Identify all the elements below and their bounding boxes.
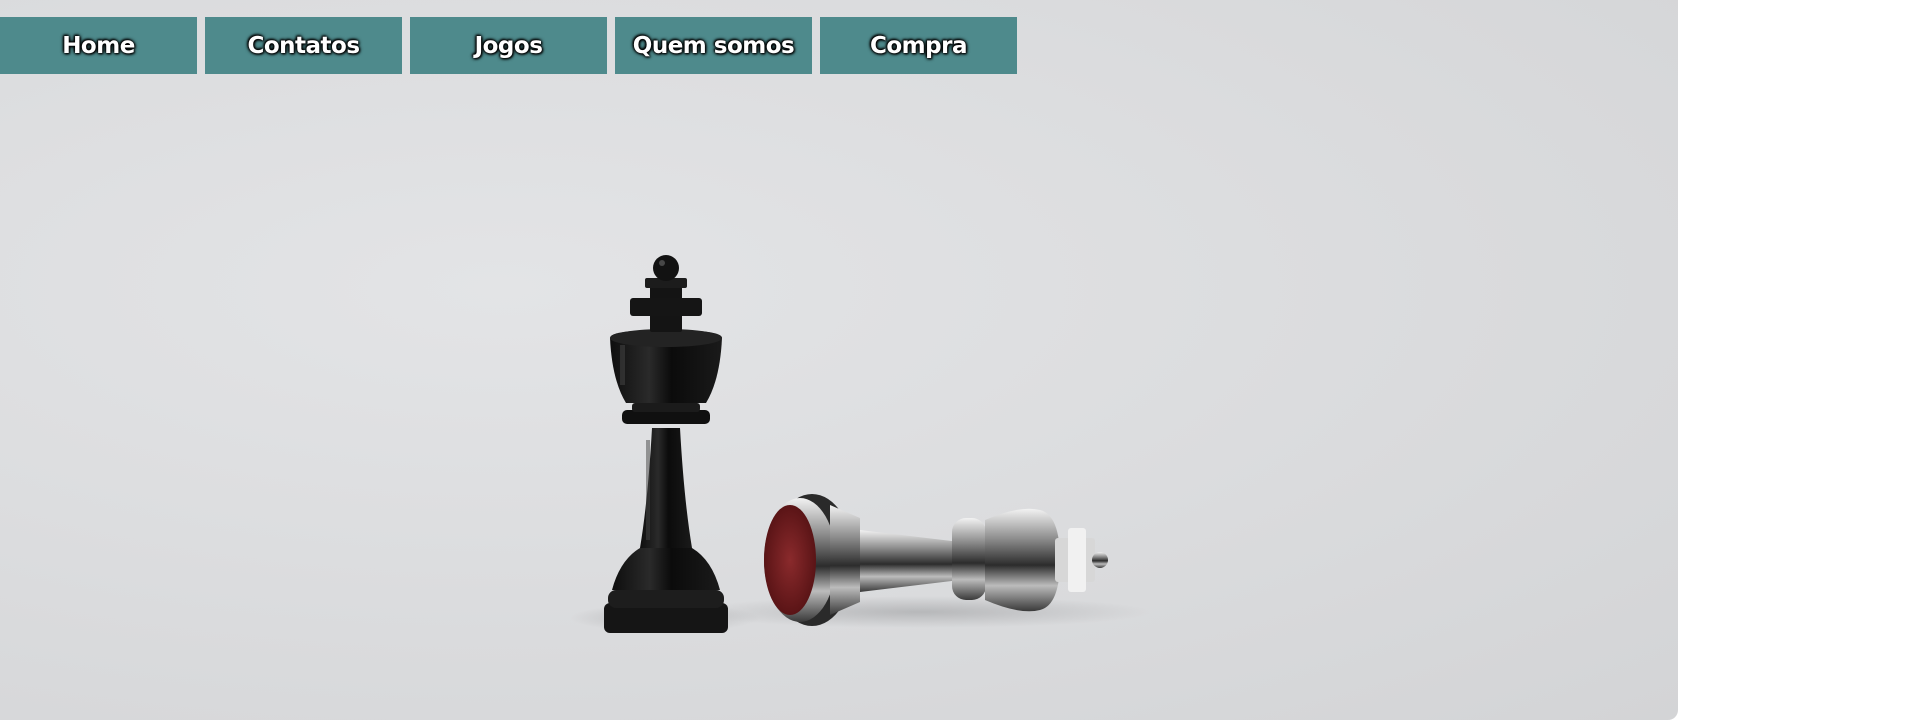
nav-jogos[interactable]: Jogos: [410, 17, 607, 74]
hero-banner: Home Contatos Jogos Quem somos Compra: [0, 0, 1678, 720]
nav-contatos[interactable]: Contatos: [205, 17, 402, 74]
main-nav: Home Contatos Jogos Quem somos Compra: [0, 17, 1017, 74]
nav-home[interactable]: Home: [0, 17, 197, 74]
black-king-piece: [604, 255, 728, 633]
nav-quem-somos[interactable]: Quem somos: [615, 17, 812, 74]
nav-compra[interactable]: Compra: [820, 17, 1017, 74]
chess-pieces-image: [570, 255, 1150, 633]
